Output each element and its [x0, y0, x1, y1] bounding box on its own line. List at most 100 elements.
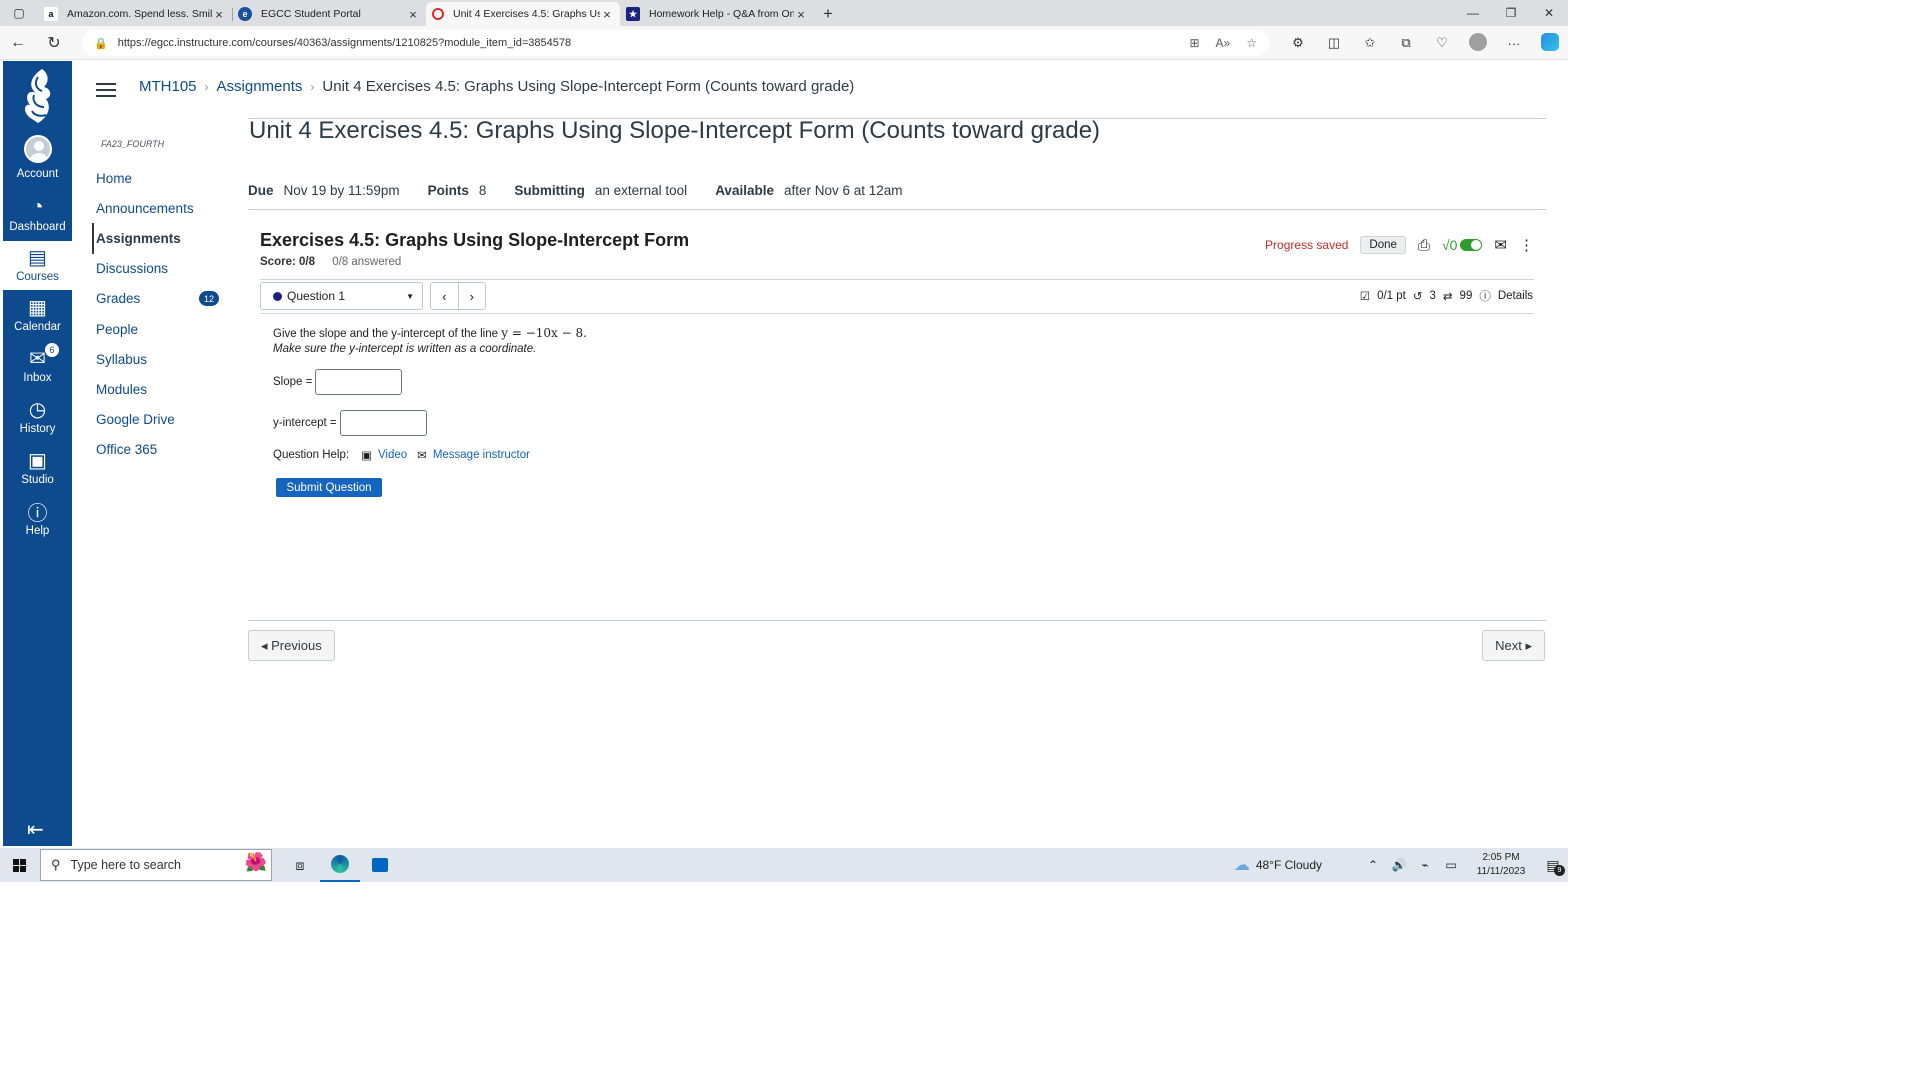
browser-tab-homework[interactable]: ★ Homework Help - Q&A from Online Tutors… — [620, 2, 814, 26]
browser-tab-canvas[interactable]: Unit 4 Exercises 4.5: Graphs Using Slope… — [426, 2, 620, 26]
nav-studio[interactable]: ▣ Studio — [3, 446, 72, 496]
task-view-icon[interactable]: ⧈ — [280, 848, 320, 882]
slope-row: Slope = — [273, 369, 403, 395]
nav-courses[interactable]: ▤ Courses — [3, 241, 72, 290]
collections-icon[interactable]: ⧉ — [1388, 35, 1424, 51]
window-controls: — ❐ ✕ — [1454, 0, 1568, 26]
question-select-value: Question 1 — [287, 289, 346, 303]
breadcrumb-course-link[interactable]: MTH105 — [139, 78, 197, 95]
edge-icon[interactable] — [320, 848, 360, 882]
answered-count: 0/8 answered — [332, 256, 402, 268]
question-select[interactable]: Question 1 ▼ — [260, 282, 423, 310]
next-question-icon[interactable]: › — [457, 283, 486, 309]
nav-help[interactable]: ⓘ Help — [3, 497, 72, 547]
favorite-star-icon[interactable]: ☆ — [1246, 36, 1257, 50]
back-icon[interactable]: ← — [0, 34, 36, 52]
history-icon: ◷ — [28, 398, 47, 421]
hamburger-menu-icon[interactable] — [96, 83, 116, 97]
close-tab-icon[interactable]: × — [600, 7, 614, 22]
browser-tab-egcc[interactable]: e EGCC Student Portal × — [232, 2, 426, 26]
mail-icon[interactable]: ✉ — [1494, 236, 1507, 254]
course-nav-discussions[interactable]: Discussions — [92, 254, 232, 284]
weather-widget[interactable]: ☁ 48°F Cloudy — [1234, 855, 1322, 875]
split-screen-icon[interactable]: ◫ — [1316, 35, 1352, 51]
restore-icon[interactable]: ❐ — [1492, 0, 1530, 26]
copilot-icon[interactable] — [1532, 32, 1568, 54]
global-navigation: Account ◔ Dashboard ▤ Courses ▦ Calendar… — [3, 61, 72, 846]
extensions-icon[interactable]: ⚙ — [1280, 35, 1316, 51]
intercept-input[interactable] — [339, 410, 427, 436]
video-link[interactable]: Video — [378, 449, 407, 461]
tab-actions-icon[interactable]: ▢ — [0, 0, 38, 26]
close-window-icon[interactable]: ✕ — [1530, 0, 1568, 26]
more-menu-icon[interactable]: ··· — [1496, 36, 1532, 51]
volume-icon[interactable]: 🔊 — [1386, 858, 1412, 872]
more-options-icon[interactable]: ⋮ — [1519, 236, 1534, 254]
previous-question-icon[interactable]: ‹ — [431, 283, 458, 309]
browser-essentials-icon[interactable]: ♡ — [1424, 35, 1460, 51]
slope-input[interactable] — [315, 369, 403, 395]
math-entry-toggle[interactable]: √0 — [1442, 237, 1483, 253]
course-nav-office-365[interactable]: Office 365 — [92, 435, 232, 465]
close-tab-icon[interactable]: × — [794, 7, 808, 22]
submit-question-button[interactable]: Submit Question — [276, 478, 382, 497]
nav-history[interactable]: ◷ History — [3, 395, 72, 445]
breadcrumb-assignments-link[interactable]: Assignments — [217, 78, 303, 95]
course-nav-google-drive[interactable]: Google Drive — [92, 405, 232, 435]
url-field[interactable]: 🔒 https://egcc.instructure.com/courses/4… — [82, 30, 1269, 56]
close-tab-icon[interactable]: × — [212, 7, 226, 22]
course-nav-people[interactable]: People — [92, 314, 232, 344]
nav-label: Calendar — [14, 321, 61, 333]
egcc-logo-icon[interactable] — [20, 67, 56, 125]
info-icon[interactable]: ⓘ — [1479, 288, 1491, 304]
clock[interactable]: 2:05 PM 11/11/2023 — [1464, 851, 1538, 879]
clock-time: 2:05 PM — [1482, 852, 1520, 863]
network-icon[interactable]: ⌁ — [1412, 858, 1438, 872]
new-tab-icon[interactable]: + — [814, 2, 842, 26]
details-link[interactable]: Details — [1498, 290, 1533, 302]
course-nav-modules[interactable]: Modules — [92, 374, 232, 404]
course-nav-announcements[interactable]: Announcements — [92, 193, 232, 223]
battery-icon[interactable]: ▭ — [1438, 858, 1464, 872]
collapse-nav-icon[interactable]: ⇤ — [27, 817, 44, 842]
nav-calendar[interactable]: ▦ Calendar — [3, 293, 72, 343]
message-instructor-link[interactable]: Message instructor — [433, 449, 530, 461]
notifications-icon[interactable]: ▤ 9 — [1538, 857, 1568, 876]
minimize-icon[interactable]: — — [1454, 0, 1492, 26]
progress-status: Progress saved — [1265, 238, 1349, 252]
chevron-up-icon[interactable]: ⌃ — [1360, 858, 1386, 872]
inbox-count-badge: 6 — [45, 343, 59, 357]
nav-inbox[interactable]: ✉ Inbox — [3, 344, 72, 394]
profile-avatar-icon[interactable] — [1460, 32, 1496, 54]
refresh-icon[interactable]: ↻ — [36, 33, 72, 53]
next-button[interactable]: Next ▸ — [1482, 630, 1545, 661]
canvas-icon — [432, 8, 444, 20]
app-available-icon[interactable]: ⊞ — [1189, 36, 1199, 50]
course-term-label: FA23_FOURTH — [101, 139, 165, 149]
course-nav-grades[interactable]: Grades 12 — [92, 284, 232, 314]
browser-tab-amazon[interactable]: a Amazon.com. Spend less. Smile more. × — [38, 2, 232, 26]
print-icon[interactable]: ⎙ — [1418, 237, 1430, 254]
course-nav-syllabus[interactable]: Syllabus — [92, 344, 232, 374]
retry-icon: ↺ — [1412, 291, 1423, 303]
nav-dashboard[interactable]: ◔ Dashboard — [3, 193, 72, 243]
start-button[interactable] — [0, 858, 38, 872]
breadcrumb-current: Unit 4 Exercises 4.5: Graphs Using Slope… — [322, 78, 855, 95]
attempts-count: 99 — [1459, 290, 1473, 302]
points-info: 0/1 pt — [1377, 290, 1406, 302]
done-button[interactable]: Done — [1360, 236, 1406, 254]
poppy-flowers-icon: 🌺 — [244, 852, 267, 872]
close-tab-icon[interactable]: × — [406, 7, 420, 22]
store-icon[interactable] — [360, 848, 400, 882]
course-nav-assignments[interactable]: Assignments — [92, 223, 232, 254]
taskbar-search[interactable]: ⚲ Type here to search 🌺 — [40, 849, 272, 881]
course-nav-home[interactable]: Home — [92, 163, 232, 193]
nav-account[interactable]: Account — [3, 135, 72, 185]
due-label: Due — [248, 183, 274, 198]
read-aloud-icon[interactable]: A» — [1216, 36, 1231, 50]
previous-button[interactable]: ◂ Previous — [248, 630, 335, 661]
favorites-icon[interactable]: ✩ — [1352, 35, 1388, 51]
intercept-label: y-intercept = — [273, 417, 337, 429]
lock-icon: 🔒 — [94, 37, 108, 50]
submitting-label: Submitting — [514, 183, 585, 198]
